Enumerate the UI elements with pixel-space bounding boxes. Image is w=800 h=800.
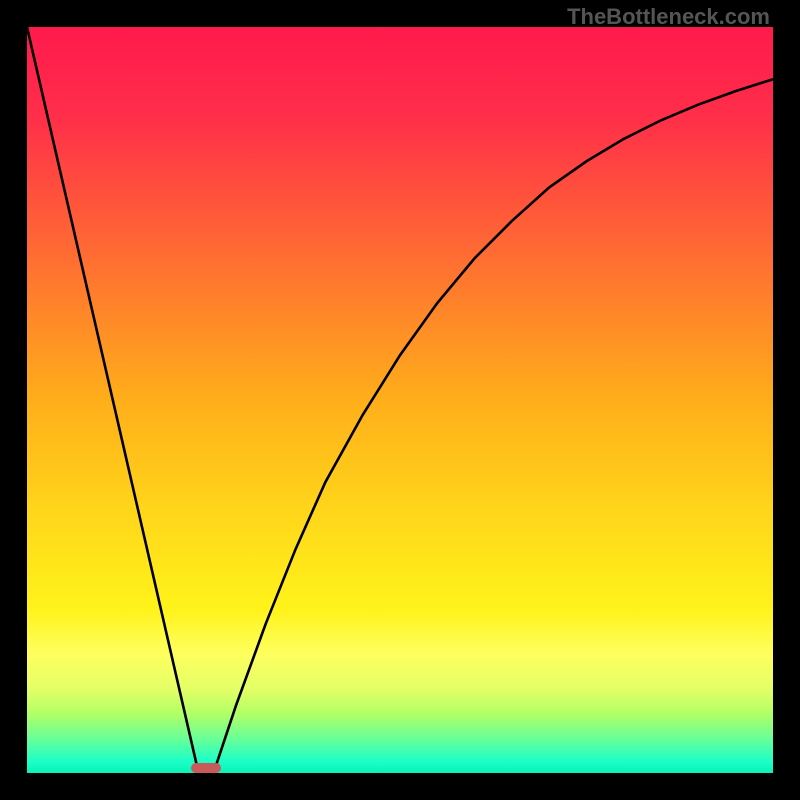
plot-area — [27, 27, 773, 773]
gradient-background — [27, 27, 773, 773]
minimum-marker — [191, 763, 221, 773]
watermark-text: TheBottleneck.com — [567, 4, 770, 30]
chart-frame: TheBottleneck.com — [0, 0, 800, 800]
